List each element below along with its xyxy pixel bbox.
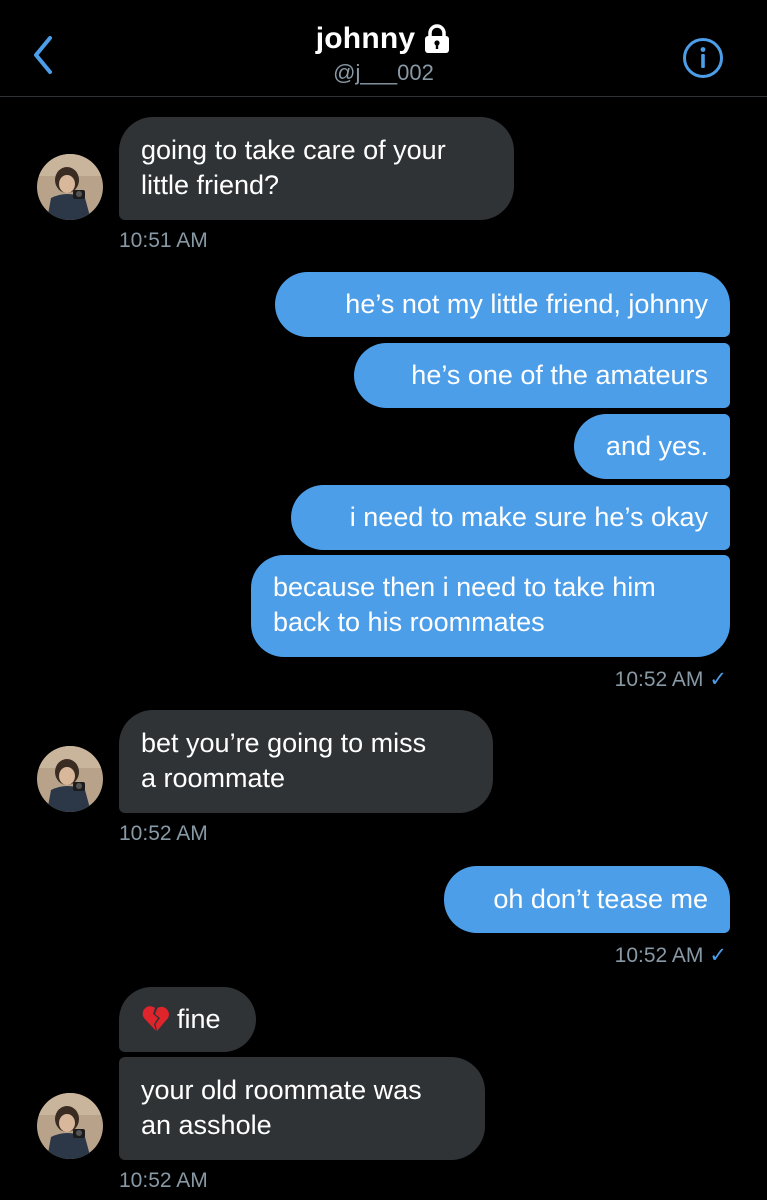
message-bubble[interactable]: because then i need to take him back to … xyxy=(251,555,730,657)
message-bubble[interactable]: oh don’t tease me xyxy=(444,866,730,933)
checkmark-icon: ✓ xyxy=(709,944,727,967)
info-button[interactable] xyxy=(682,37,724,79)
conversation-title-block[interactable]: johnny @j___002 xyxy=(0,22,767,86)
avatar[interactable] xyxy=(37,154,103,220)
message-text: your old roommate was xyxy=(141,1075,422,1105)
message-text: because then i need to take him xyxy=(273,572,656,602)
message-text: back to his roommates xyxy=(273,607,545,637)
message-bubble[interactable]: and yes. xyxy=(574,414,730,479)
message-timestamp: 10:52 AM xyxy=(119,822,208,845)
conversation-title: johnny xyxy=(315,22,416,55)
message-text: bet you’re going to miss xyxy=(141,728,427,758)
message-bubble[interactable]: your old roommate was an asshole xyxy=(119,1057,485,1160)
message-text: going to take care of your xyxy=(141,135,446,165)
avatar[interactable] xyxy=(37,746,103,812)
checkmark-icon: ✓ xyxy=(709,668,727,691)
message-timestamp: 10:52 AM xyxy=(119,1169,208,1192)
message-timestamp: 10:52 AM ✓ xyxy=(615,943,727,968)
message-text: oh don’t tease me xyxy=(493,884,708,914)
message-text: little friend? xyxy=(141,170,280,200)
message-text: fine xyxy=(177,1004,221,1034)
message-timestamp: 10:52 AM ✓ xyxy=(615,667,727,692)
message-text: he’s one of the amateurs xyxy=(411,360,708,390)
message-text: an asshole xyxy=(141,1110,272,1140)
timestamp-text: 10:52 AM xyxy=(614,668,704,691)
message-text: a roommate xyxy=(141,763,286,793)
message-text: and yes. xyxy=(605,431,708,461)
conversation-header: johnny @j___002 xyxy=(0,0,767,97)
message-text: i need to make sure he’s okay xyxy=(349,502,708,532)
broken-heart-emoji xyxy=(142,1006,169,1031)
info-circle-icon xyxy=(683,38,723,78)
message-bubble[interactable]: bet you’re going to miss a roommate xyxy=(119,710,493,813)
timestamp-text: 10:52 AM xyxy=(614,944,704,967)
message-text: he’s not my little friend, johnny xyxy=(345,289,708,319)
avatar[interactable] xyxy=(37,1093,103,1159)
message-bubble[interactable]: going to take care of your little friend… xyxy=(119,117,514,220)
message-bubble[interactable]: fine xyxy=(119,987,256,1052)
conversation-handle: @j___002 xyxy=(333,60,434,85)
message-bubble[interactable]: he’s one of the amateurs xyxy=(354,343,730,408)
lock-icon xyxy=(425,24,450,53)
message-timestamp: 10:51 AM xyxy=(119,229,208,252)
message-bubble[interactable]: he’s not my little friend, johnny xyxy=(275,272,730,337)
message-bubble[interactable]: i need to make sure he’s okay xyxy=(291,485,730,550)
